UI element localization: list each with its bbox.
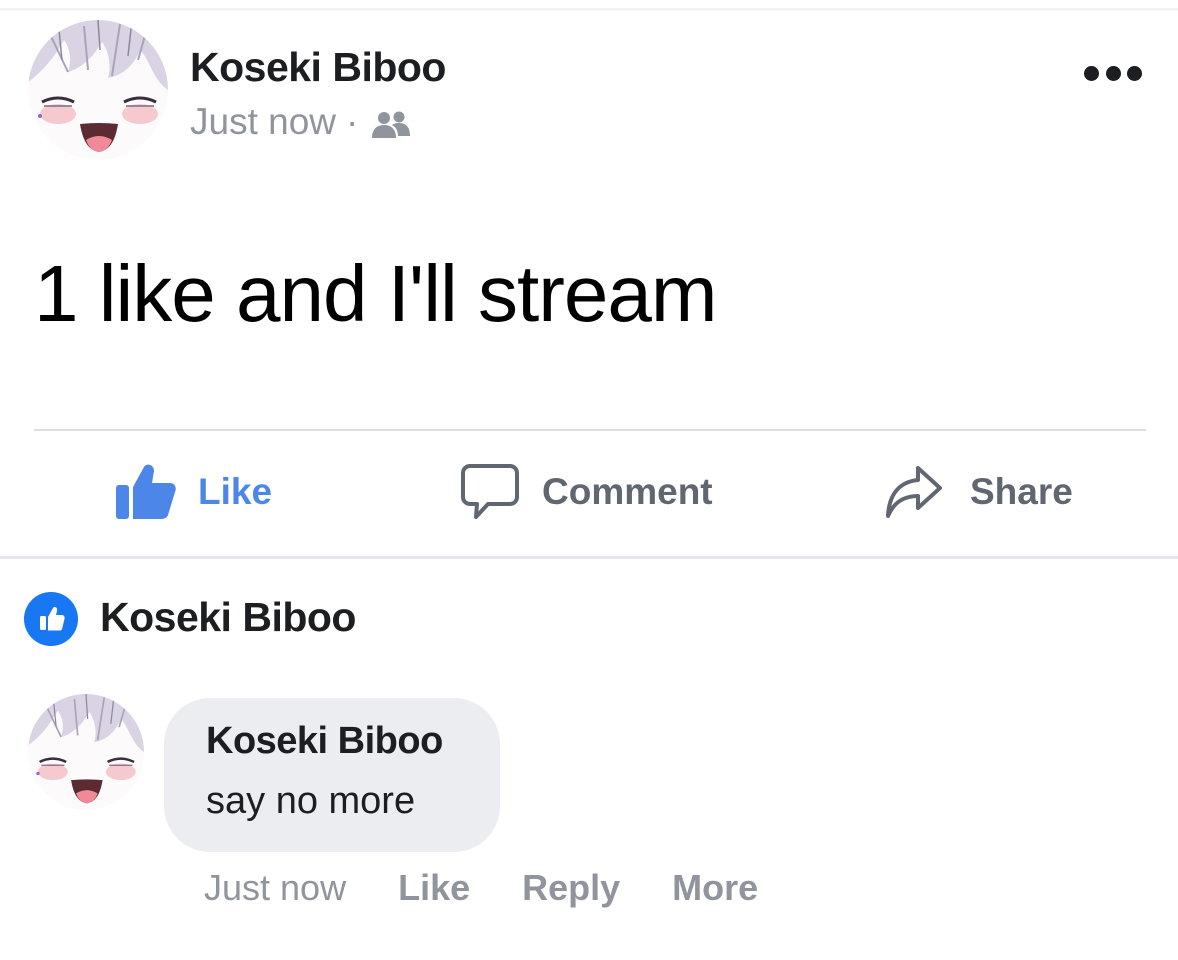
post-divider	[34, 429, 1146, 431]
like-button[interactable]: Like	[114, 462, 272, 522]
menu-dot	[1127, 65, 1142, 81]
more-horizontal-icon[interactable]	[1084, 60, 1142, 86]
comment-author-name[interactable]: Koseki Biboo	[206, 720, 443, 763]
comment-button[interactable]: Comment	[460, 462, 713, 522]
share-icon	[886, 466, 942, 518]
comment-actions: Just now Like Reply More	[204, 866, 758, 910]
author-avatar[interactable]	[28, 20, 168, 160]
reactor-name[interactable]: Koseki Biboo	[100, 594, 356, 641]
comment-more-button[interactable]: More	[672, 867, 758, 909]
like-label: Like	[198, 471, 273, 512]
facebook-post-screen: Koseki Biboo Just now · 1 like and I'll …	[0, 0, 1178, 960]
meta-separator: ·	[346, 101, 359, 142]
top-divider	[0, 8, 1178, 11]
commenter-avatar[interactable]	[28, 694, 144, 810]
menu-dot	[1084, 65, 1099, 81]
comment-like-button[interactable]: Like	[398, 867, 470, 909]
thumbs-up-icon[interactable]	[24, 592, 78, 646]
actions-divider	[0, 556, 1178, 559]
anime-avatar-image	[28, 694, 144, 810]
post-author-name[interactable]: Koseki Biboo	[190, 44, 446, 91]
comment-label: Comment	[542, 471, 713, 512]
thumbs-up-icon	[116, 464, 176, 519]
menu-dot	[1105, 65, 1121, 81]
comment-timestamp[interactable]: Just now	[204, 867, 346, 909]
post-timestamp[interactable]: Just now	[190, 101, 336, 143]
share-button[interactable]: Share	[884, 462, 1073, 522]
reaction-like-glyph	[40, 607, 65, 631]
friends-icon[interactable]	[370, 107, 414, 138]
comment-text: say no more	[206, 780, 416, 822]
share-label: Share	[970, 471, 1073, 512]
comment-reply-button[interactable]: Reply	[522, 867, 620, 909]
comment-icon	[461, 464, 519, 519]
post-text: 1 like and I'll stream	[34, 249, 717, 338]
post-meta: Just now ·	[190, 100, 414, 144]
anime-avatar-image	[28, 20, 168, 160]
